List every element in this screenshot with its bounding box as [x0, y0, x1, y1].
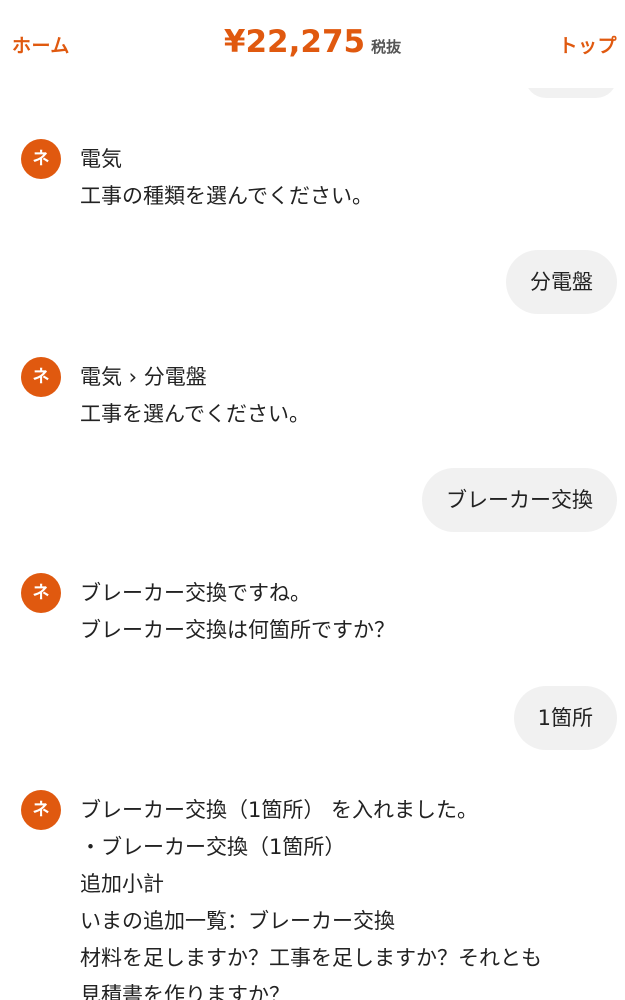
message-line: 追加小計: [80, 872, 164, 896]
message-line: 工事の種類を選んでください。: [80, 184, 373, 208]
bot-avatar: ネ: [21, 357, 61, 397]
message-line: ・ブレーカー交換（1箇所）: [80, 835, 346, 859]
bot-avatar: ネ: [21, 790, 61, 830]
bot-avatar: ネ: [21, 139, 61, 179]
message-line: 電気: [80, 147, 122, 171]
message-line: ブレーカー交換ですね。: [80, 581, 311, 605]
bot-message-text: ブレーカー交換（1箇所） を入れました。 ・ブレーカー交換（1箇所） 追加小計 …: [80, 792, 615, 1000]
chat-screen: ホーム ¥22,275 税抜 トップ ネ 電気 工事の種類を選んでください。 分電…: [0, 0, 625, 1000]
message-line: ブレーカー交換は何箇所ですか？: [80, 618, 395, 642]
top-link[interactable]: トップ: [558, 31, 617, 58]
user-message: 1箇所: [513, 686, 617, 750]
bot-message-text: 電気 › 分電盤 工事を選んでください。: [80, 359, 615, 433]
app-header: ホーム ¥22,275 税抜 トップ: [0, 0, 625, 88]
bot-message-text: 電気 工事の種類を選んでください。: [80, 141, 615, 215]
tax-label: 税抜: [371, 38, 402, 56]
message-line: いまの追加一覧：ブレーカー交換: [80, 909, 395, 933]
bot-avatar: ネ: [21, 573, 61, 613]
message-line: 材料を足しますか？工事を足しますか？それとも: [80, 946, 542, 970]
message-line: 見積書を作りますか？: [80, 983, 290, 1000]
message-line: 工事を選んでください。: [80, 402, 310, 426]
user-message: ブレーカー交換: [422, 468, 617, 532]
total-price: ¥22,275: [223, 24, 366, 60]
message-line: ブレーカー交換（1箇所） を入れました。: [80, 798, 479, 822]
message-line: 電気 › 分電盤: [80, 365, 207, 389]
bot-message-text: ブレーカー交換ですね。 ブレーカー交換は何箇所ですか？: [80, 575, 615, 649]
price-display: ¥22,275 税抜: [0, 24, 625, 60]
user-message: 分電盤: [506, 250, 617, 314]
